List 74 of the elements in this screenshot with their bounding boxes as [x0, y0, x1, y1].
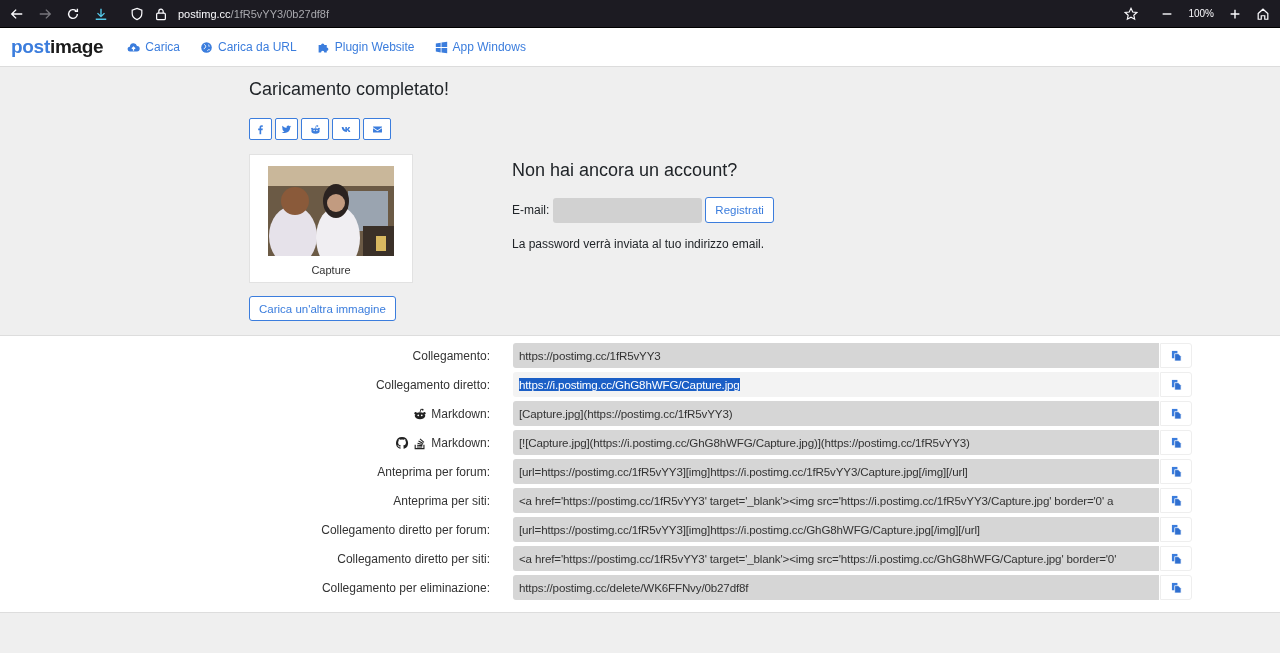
- link-field[interactable]: <a href='https://postimg.cc/1fR5vYY3' target='_blank'><img src='https://i.postimg.cc/GhG8hWFG/Capture.jpg' border='0': [513, 546, 1159, 571]
- nav-link[interactable]: App Windows: [434, 40, 526, 54]
- share-button[interactable]: [301, 118, 329, 140]
- image-caption: Capture: [311, 264, 351, 276]
- link-label: Collegamento diretto per siti:: [337, 551, 490, 566]
- copy-button[interactable]: [1160, 430, 1192, 455]
- download-icon[interactable]: [94, 6, 108, 21]
- link-label: Collegamento diretto:: [375, 377, 490, 392]
- copy-button[interactable]: [1160, 517, 1192, 542]
- octocat-icon: [395, 435, 410, 450]
- nav-link[interactable]: Carica: [127, 40, 180, 54]
- lock-icon[interactable]: [154, 6, 168, 21]
- nav-link[interactable]: Plugin Website: [316, 40, 415, 54]
- link-label: Anteprima per forum:: [377, 464, 490, 479]
- link-field[interactable]: <a href='https://postimg.cc/1fR5vYY3' target='_blank'><img src='https://i.postimg.cc/1fR5vYY3/Capture.jpg' border='0' a: [513, 488, 1159, 513]
- back-icon[interactable]: [10, 6, 24, 21]
- link-label: Markdown:: [431, 435, 490, 450]
- reload-icon[interactable]: [66, 6, 80, 21]
- nav-link[interactable]: Carica da URL: [200, 40, 297, 54]
- link-field[interactable]: [url=https://postimg.cc/1fR5vYY3][img]https://i.postimg.cc/1fR5vYY3/Capture.jpg[/img][/url]: [513, 459, 1159, 484]
- forward-icon[interactable]: [38, 6, 52, 21]
- link-field[interactable]: https://i.postimg.cc/GhG8hWFG/Capture.jpg: [513, 372, 1159, 397]
- zoom-level[interactable]: 100%: [1188, 8, 1214, 19]
- copy-button[interactable]: [1160, 459, 1192, 484]
- globe-icon: [200, 40, 213, 54]
- copy-button[interactable]: [1160, 575, 1192, 600]
- f-icon: [255, 123, 266, 135]
- link-field[interactable]: https://postimg.cc/1fR5vYY3: [513, 343, 1159, 368]
- upload-another-button[interactable]: Carica un'altra immagine: [249, 296, 396, 321]
- address-field[interactable]: postimg.cc/1fR5vYY3/0b27df8f: [178, 7, 330, 20]
- logo[interactable]: postimage: [11, 36, 104, 58]
- alien-head-icon: [413, 406, 428, 421]
- link-label: Collegamento diretto per forum:: [321, 522, 490, 537]
- copy-button[interactable]: [1160, 372, 1192, 397]
- home-icon[interactable]: [1256, 6, 1270, 21]
- stack-icon: [413, 435, 428, 450]
- email-field[interactable]: [553, 197, 703, 223]
- bird-icon: [281, 123, 292, 135]
- share-button[interactable]: [332, 118, 360, 140]
- register-button[interactable]: Registrati: [705, 197, 774, 223]
- copy-button[interactable]: [1160, 343, 1192, 368]
- link-label: Anteprima per siti:: [393, 493, 490, 508]
- alien-head-icon: [309, 123, 321, 135]
- star-icon[interactable]: [1124, 6, 1139, 21]
- copy-icon: [1170, 408, 1182, 419]
- link-label: Collegamento per eliminazione:: [321, 580, 490, 595]
- windows-icon: [434, 40, 448, 54]
- copy-icon: [1170, 495, 1182, 506]
- copy-icon: [1170, 350, 1182, 361]
- copy-button[interactable]: [1160, 488, 1192, 513]
- copy-icon: [1170, 437, 1182, 448]
- copy-button[interactable]: [1160, 546, 1192, 571]
- password-note: La password verrà inviata al tuo indirizzo email.: [512, 237, 766, 251]
- copy-icon: [1170, 524, 1182, 535]
- link-field[interactable]: https://postimg.cc/delete/WK6FFNvy/0b27df8f: [513, 575, 1159, 600]
- link-label: Markdown:: [431, 406, 490, 421]
- share-button[interactable]: [275, 118, 298, 140]
- cloud-upload-icon: [127, 40, 141, 54]
- copy-icon: [1170, 582, 1182, 593]
- copy-icon: [1170, 553, 1182, 564]
- shield-icon[interactable]: [130, 6, 144, 21]
- link-field[interactable]: [Capture.jpg](https://postimg.cc/1fR5vYY3): [513, 401, 1159, 426]
- email-share-button[interactable]: [363, 118, 391, 140]
- link-field[interactable]: [url=https://postimg.cc/1fR5vYY3][img]https://i.postimg.cc/GhG8hWFG/Capture.jpg[/img][/url]: [513, 517, 1159, 542]
- copy-button[interactable]: [1160, 401, 1192, 426]
- link-label: Collegamento:: [412, 348, 490, 363]
- signup-heading: Non hai ancora un account?: [512, 160, 739, 181]
- share-button[interactable]: [249, 118, 272, 140]
- email-label: E-mail:: [512, 203, 550, 217]
- copy-icon: [1170, 379, 1182, 390]
- envelope-icon: [371, 123, 383, 135]
- copy-icon: [1170, 466, 1182, 477]
- link-field[interactable]: [![Capture.jpg](https://i.postimg.cc/GhG8hWFG/Capture.jpg)](https://postimg.cc/1fR5vYY3): [513, 430, 1159, 455]
- page-title: Caricamento completato!: [249, 79, 451, 100]
